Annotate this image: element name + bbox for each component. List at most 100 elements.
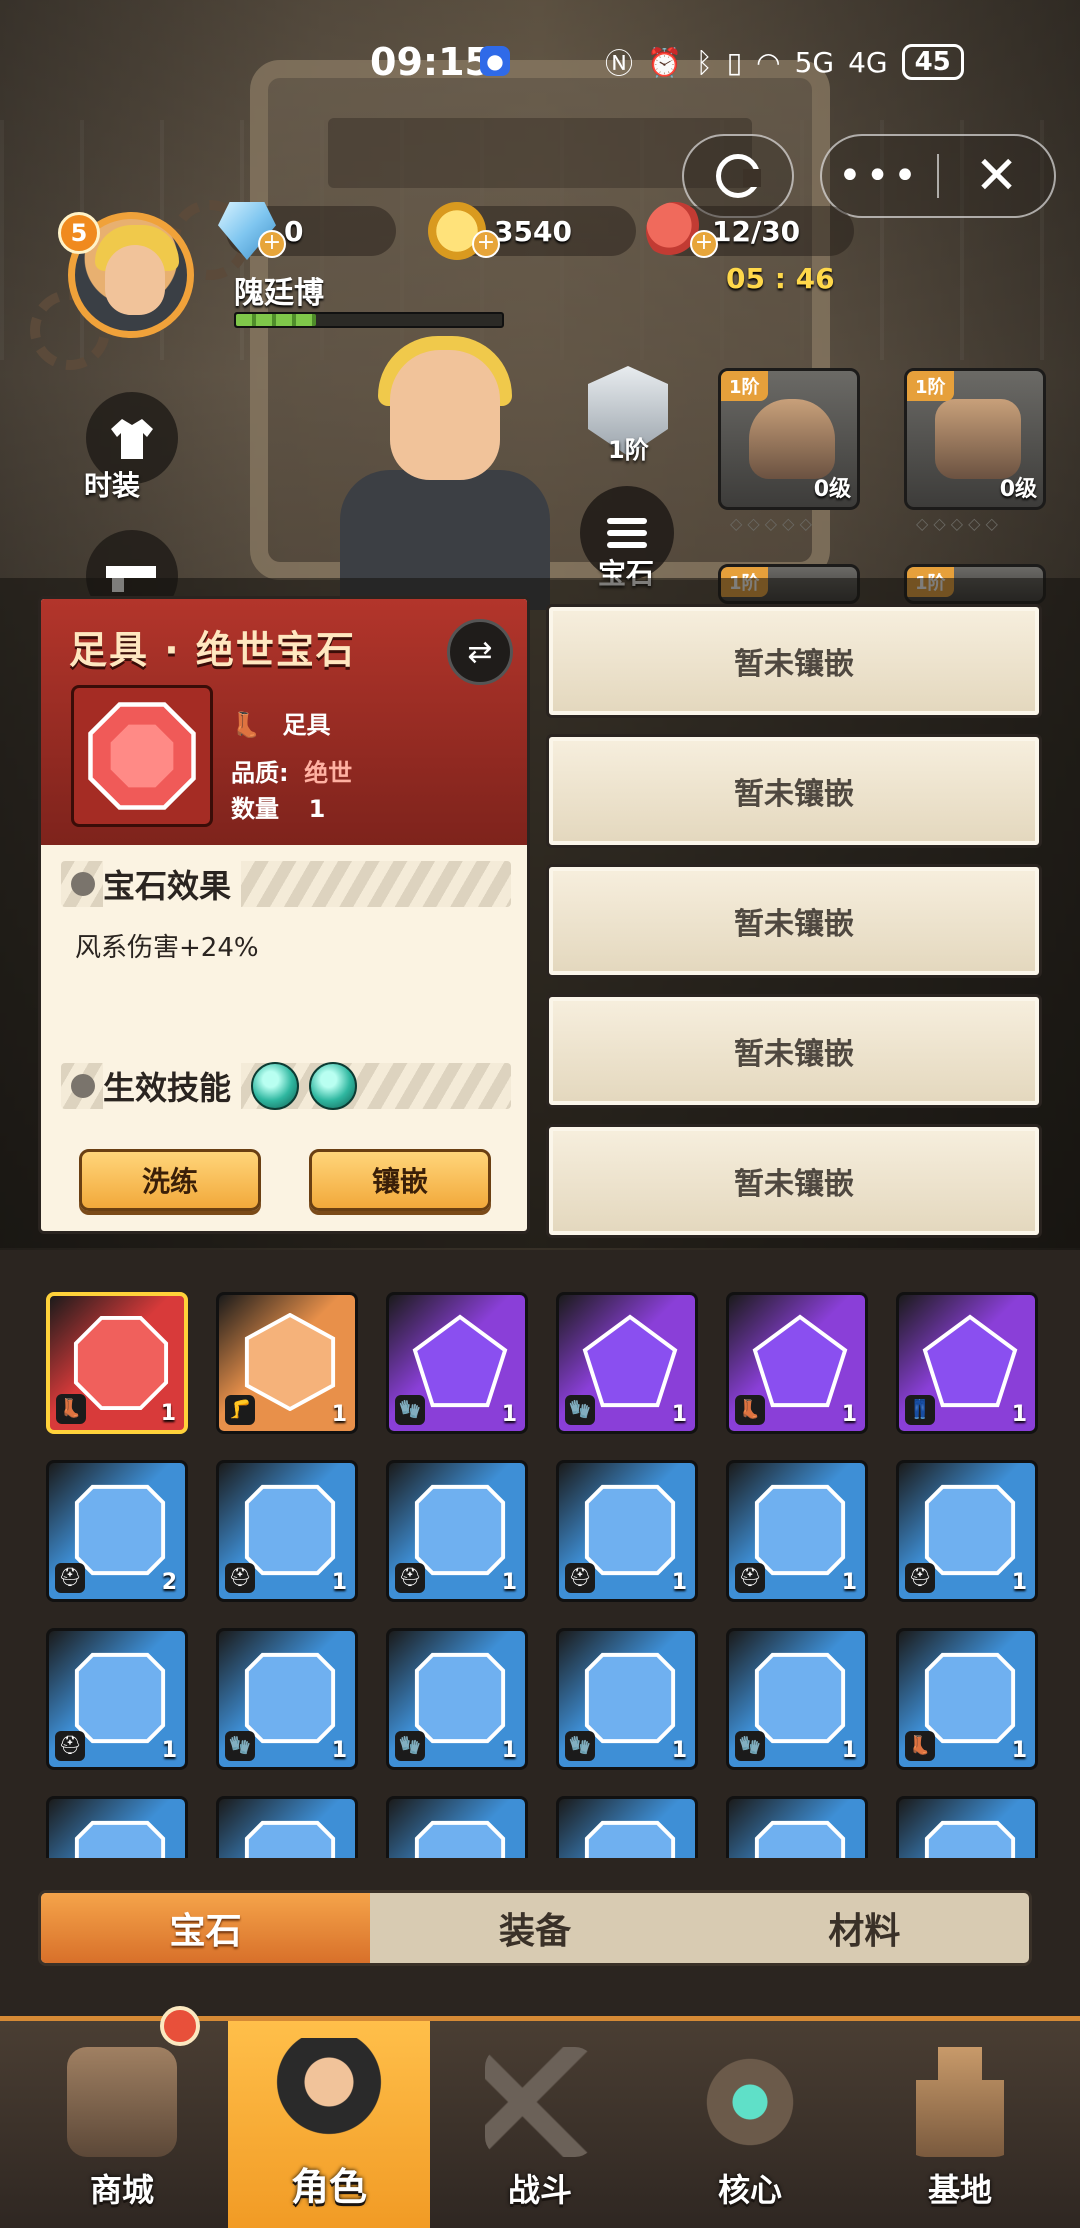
add-diamond-icon[interactable]: +	[258, 230, 286, 258]
blue-gem-icon	[74, 1652, 166, 1744]
clock: 09:15	[370, 40, 491, 84]
blue-gem-icon	[74, 1820, 166, 1858]
refine-button[interactable]: 洗练	[79, 1149, 261, 1211]
stamina-value: 12/30	[712, 214, 801, 248]
gem-slot-row: 👢 足具	[231, 705, 331, 740]
equipment-slot-gloves[interactable]: 1阶 0级	[904, 368, 1046, 510]
nav-battle[interactable]: 战斗	[440, 2021, 640, 2228]
boot-icon: 👢	[56, 1394, 86, 1424]
gem-inventory-cell[interactable]: ⛑	[216, 1796, 358, 1858]
gem-inventory-cell[interactable]: ⛑ 1	[726, 1460, 868, 1602]
gem-inventory-cell[interactable]: 🦵 1	[216, 1292, 358, 1434]
swap-button[interactable]: ⇄	[447, 619, 513, 685]
gem-inventory-cell[interactable]: ⛑ 1	[896, 1460, 1038, 1602]
gem-count: 1	[331, 1402, 347, 1427]
gem-inventory-cell[interactable]: 👢 1	[896, 1628, 1038, 1770]
glove-icon: 🧤	[565, 1395, 595, 1425]
gem-inventory-cell[interactable]: ⛑	[726, 1796, 868, 1858]
gem-inventory-cell[interactable]: 🧤 1	[386, 1628, 528, 1770]
effect-section-heading: 宝石效果	[61, 861, 511, 907]
gem-inventory-cell[interactable]: ⛑	[46, 1796, 188, 1858]
gem-inventory-cell[interactable]: ⛑ 1	[556, 1460, 698, 1602]
equipment-slot-helmet[interactable]: 1阶 0级	[718, 368, 860, 510]
hero-head	[390, 350, 500, 480]
socket-slot[interactable]: 暂未镶嵌	[546, 994, 1042, 1108]
tab-gems[interactable]: 宝石	[41, 1893, 371, 1963]
nav-base[interactable]: 基地	[860, 2021, 1060, 2228]
nav-core[interactable]: 核心	[650, 2021, 850, 2228]
equipment-tier: 1阶	[721, 371, 768, 401]
nav-character[interactable]: 角色	[228, 2021, 430, 2228]
close-icon[interactable]: ✕	[939, 146, 1054, 206]
gem-count: 1	[1011, 1570, 1027, 1595]
gem-count: 1	[501, 1570, 517, 1595]
gem-inventory-cell[interactable]: 🧤 1	[556, 1292, 698, 1434]
gem-count: 1	[1011, 1738, 1027, 1763]
purple-gem-icon	[582, 1314, 678, 1408]
socket-slot[interactable]: 暂未镶嵌	[546, 1124, 1042, 1238]
wind-skill-icon[interactable]	[251, 1062, 300, 1110]
helmet-icon: ⛑	[905, 1563, 935, 1593]
blue-gem-icon	[414, 1652, 506, 1744]
gem-count: 1	[331, 1738, 347, 1763]
more-options-icon[interactable]: •••	[822, 156, 937, 196]
gem-inventory-cell[interactable]: ⛑ 2	[46, 1460, 188, 1602]
purple-gem-icon	[922, 1314, 1018, 1408]
lightbulb-icon: ●	[480, 46, 510, 76]
gem-inventory-cell[interactable]: ⛑ 1	[46, 1628, 188, 1770]
blue-gem-icon	[924, 1652, 1016, 1744]
gem-inventory-cell[interactable]: 🧤 1	[726, 1628, 868, 1770]
gem-inventory-cell[interactable]: ⛑	[556, 1796, 698, 1858]
gem-inventory-cell[interactable]: ⛑	[386, 1796, 528, 1858]
gem-inventory-cell[interactable]: 🧤 1	[386, 1292, 528, 1434]
tab-materials[interactable]: 材料	[700, 1893, 1029, 1963]
gem-count: 2	[161, 1570, 177, 1595]
socket-slot[interactable]: 暂未镶嵌	[546, 604, 1042, 718]
gem-inventory-cell[interactable]: 👢 1	[726, 1292, 868, 1434]
blue-gem-icon	[74, 1484, 166, 1576]
nav-shop[interactable]: 商城	[22, 2021, 222, 2228]
vibrate-icon: ▯	[726, 45, 743, 79]
boot-icon: 👢	[231, 711, 261, 739]
quality-key: 品质:	[231, 759, 289, 787]
nav-base-label: 基地	[927, 2171, 992, 2209]
jacket-icon	[111, 419, 153, 459]
gem-inventory-cell[interactable]: 👖 1	[896, 1292, 1038, 1434]
glove-icon: 🧤	[395, 1395, 425, 1425]
boot-icon: 👢	[735, 1395, 765, 1425]
add-stamina-icon[interactable]: +	[690, 230, 718, 258]
add-coin-icon[interactable]: +	[472, 230, 500, 258]
inlay-button[interactable]: 镶嵌	[309, 1149, 491, 1211]
blue-gem-icon	[244, 1820, 336, 1858]
effect-bullet-icon	[71, 872, 95, 896]
tab-equipment[interactable]: 装备	[370, 1893, 699, 1963]
socket-slot[interactable]: 暂未镶嵌	[546, 864, 1042, 978]
blue-gem-icon	[754, 1652, 846, 1744]
purple-gem-icon	[412, 1314, 508, 1408]
orange-gem-icon	[244, 1313, 336, 1411]
blue-gem-icon	[754, 1484, 846, 1576]
gem-inventory-cell[interactable]: ⛑	[896, 1796, 1038, 1858]
effect-heading: 宝石效果	[103, 861, 242, 907]
gem-inventory-cell[interactable]: ⛑ 1	[386, 1460, 528, 1602]
diamond-counter: 0	[218, 202, 396, 260]
gem-inventory-cell[interactable]: ⛑ 1	[216, 1460, 358, 1602]
blue-gem-icon	[754, 1820, 846, 1858]
tornado-skill-icon[interactable]	[309, 1062, 358, 1110]
skill-heading: 生效技能	[103, 1063, 242, 1109]
nav-core-label: 核心	[717, 2171, 782, 2209]
gem-count: 1	[501, 1402, 517, 1427]
blue-gem-icon	[924, 1820, 1016, 1858]
miniprogram-capsule: ••• ✕	[820, 134, 1056, 218]
gem-count: 1	[841, 1570, 857, 1595]
swap-icon: ⇄	[467, 634, 493, 670]
stamina-counter: 12/30	[646, 202, 854, 260]
socket-slot[interactable]: 暂未镶嵌	[546, 734, 1042, 848]
gem-inventory-cell[interactable]: 🧤 1	[216, 1628, 358, 1770]
gem-count: 1	[161, 1738, 177, 1763]
gem-inventory-cell[interactable]: 🧤 1	[556, 1628, 698, 1770]
gem-count: 1	[671, 1402, 687, 1427]
blue-gem-icon	[414, 1484, 506, 1576]
gem-inventory-cell[interactable]: 👢 1	[46, 1292, 188, 1434]
player-level-badge: 5	[58, 212, 100, 254]
